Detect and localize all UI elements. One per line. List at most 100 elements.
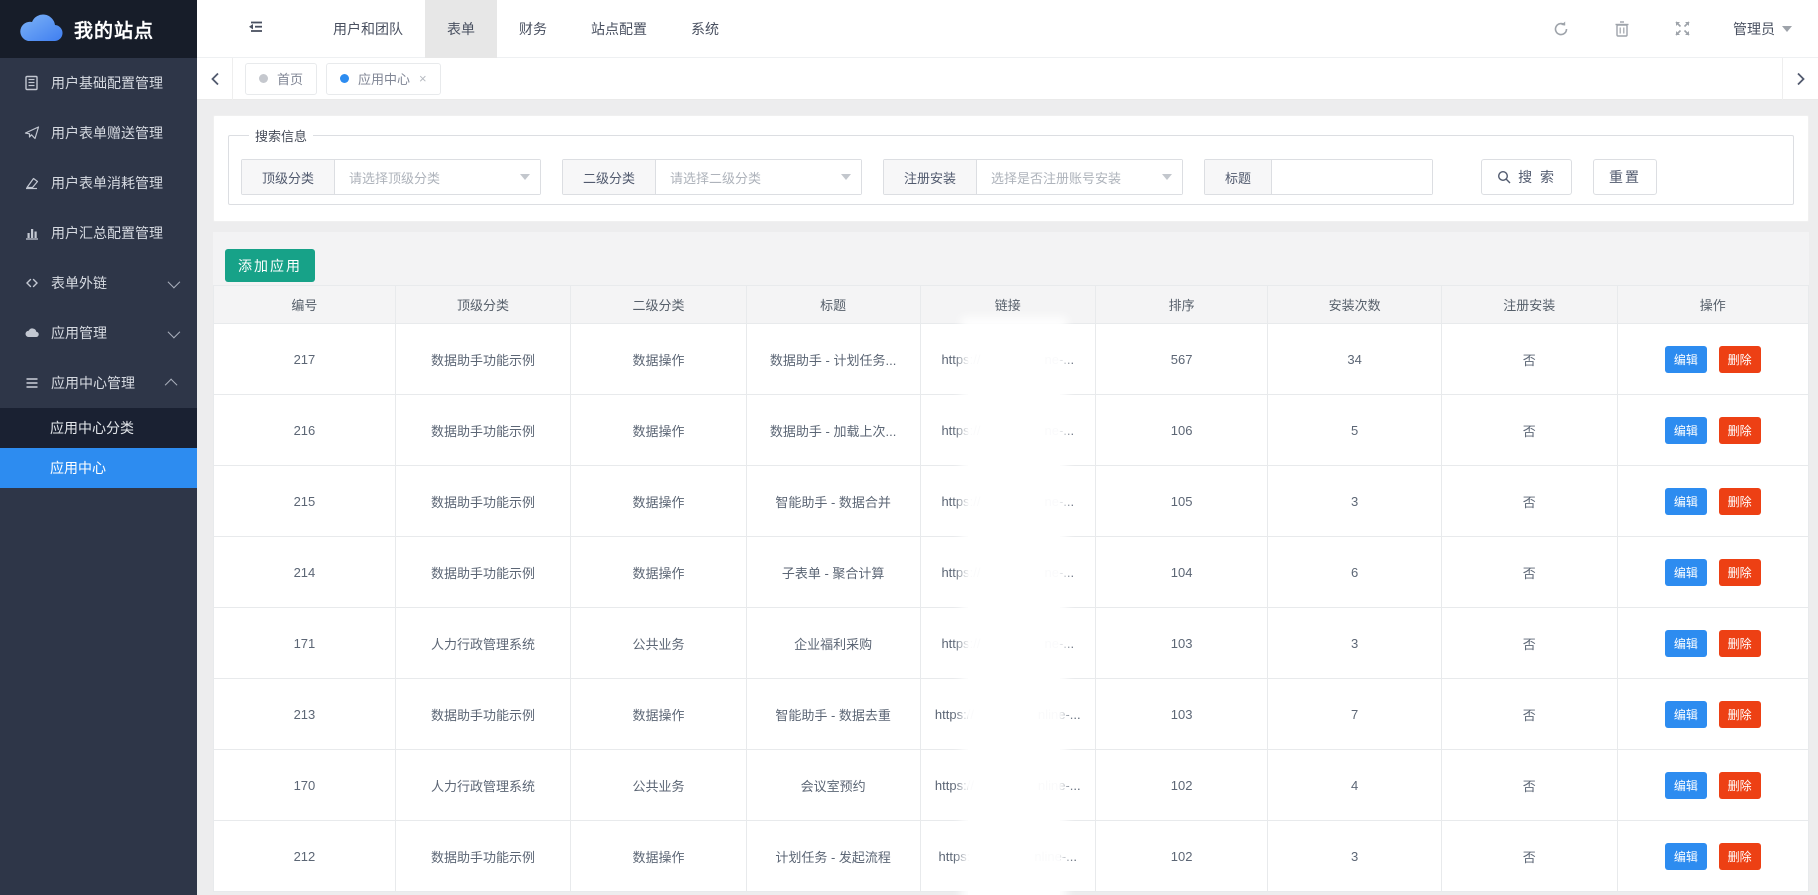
cell-actions: 编辑 删除	[1617, 466, 1808, 537]
link-redacted	[980, 496, 1044, 506]
edit-button[interactable]: 编辑	[1665, 772, 1707, 799]
delete-button[interactable]: 删除	[1719, 630, 1761, 657]
top-nav-site-config[interactable]: 站点配置	[569, 0, 669, 58]
sidebar-item-label: 用户表单消耗管理	[51, 173, 177, 193]
link-prefix: https://	[941, 423, 980, 438]
search-button-label: 搜 索	[1518, 167, 1556, 187]
cell-sort: 103	[1095, 608, 1267, 679]
sidebar-item-form-gift[interactable]: 用户表单赠送管理	[0, 108, 197, 158]
table-row: 212 数据助手功能示例 数据操作 计划任务 - 发起流程 https:nlin…	[214, 821, 1809, 892]
tab-dot-icon	[340, 74, 349, 83]
search-button[interactable]: 搜 索	[1481, 159, 1572, 195]
delete-button[interactable]: 删除	[1719, 843, 1761, 870]
top-category-label: 顶级分类	[242, 160, 335, 194]
cell-title: 企业福利采购	[746, 608, 920, 679]
delete-button[interactable]: 删除	[1719, 488, 1761, 515]
col-link: 链接	[920, 286, 1095, 324]
register-install-select[interactable]: 选择是否注册账号安装	[977, 160, 1182, 194]
tags-scroll-left-button[interactable]	[197, 58, 233, 100]
link-suffix: nline-...	[1038, 778, 1081, 793]
sidebar-item-user-summary[interactable]: 用户汇总配置管理	[0, 208, 197, 258]
cell-installs: 7	[1268, 679, 1442, 750]
sidebar-item-app-center-category[interactable]: 应用中心分类	[0, 408, 197, 448]
cell-installs: 3	[1268, 608, 1442, 679]
register-install-field: 注册安装 选择是否注册账号安装	[883, 159, 1183, 195]
sidebar-item-user-base-config[interactable]: 用户基础配置管理	[0, 58, 197, 108]
edit-button[interactable]: 编辑	[1665, 488, 1707, 515]
sub-category-select[interactable]: 请选择二级分类	[656, 160, 861, 194]
reset-button[interactable]: 重置	[1593, 159, 1657, 195]
cloud-icon	[24, 325, 40, 341]
edit-button[interactable]: 编辑	[1665, 346, 1707, 373]
cell-registered: 否	[1442, 608, 1617, 679]
user-menu[interactable]: 管理员	[1733, 19, 1792, 39]
open-tabs: 首页 应用中心 ×	[245, 63, 441, 95]
top-category-select[interactable]: 请选择顶级分类	[335, 160, 540, 194]
tab-home[interactable]: 首页	[245, 63, 317, 95]
sidebar-item-app-center[interactable]: 应用中心	[0, 448, 197, 488]
top-nav-users-teams[interactable]: 用户和团队	[311, 0, 425, 58]
trash-button[interactable]	[1614, 20, 1630, 38]
edit-button[interactable]: 编辑	[1665, 701, 1707, 728]
cell-registered: 否	[1442, 679, 1617, 750]
top-nav-system[interactable]: 系统	[669, 0, 741, 58]
fullscreen-button[interactable]	[1674, 20, 1691, 37]
user-name: 管理员	[1733, 19, 1775, 39]
cell-installs: 5	[1268, 395, 1442, 466]
chevron-down-icon	[841, 174, 851, 180]
main-area: 用户和团队 表单 财务 站点配置 系统	[197, 0, 1818, 895]
refresh-button[interactable]	[1552, 20, 1570, 38]
sidebar-submenu: 应用中心分类 应用中心	[0, 408, 197, 488]
top-nav-finance[interactable]: 财务	[497, 0, 569, 58]
close-tab-icon[interactable]: ×	[419, 72, 427, 85]
chevron-down-icon	[168, 275, 181, 288]
nav-tab-label: 站点配置	[591, 19, 647, 39]
link-prefix: https://	[935, 778, 974, 793]
link-suffix: nline-...	[1034, 849, 1077, 864]
sidebar-item-form-links[interactable]: 表单外链	[0, 258, 197, 308]
sub-category-field: 二级分类 请选择二级分类	[562, 159, 862, 195]
sidebar: 我的站点 用户基础配置管理 用户表单赠送管理 用户表单消耗管理 用户汇总配置管理	[0, 0, 197, 895]
edit-button[interactable]: 编辑	[1665, 417, 1707, 444]
link-prefix: https://	[941, 494, 980, 509]
submenu-item-label: 应用中心	[50, 458, 106, 478]
tags-scroll-right-button[interactable]	[1782, 58, 1818, 100]
topbar: 用户和团队 表单 财务 站点配置 系统	[197, 0, 1818, 58]
delete-button[interactable]: 删除	[1719, 772, 1761, 799]
col-installs: 安装次数	[1268, 286, 1442, 324]
sidebar-item-label: 应用管理	[51, 323, 168, 343]
top-nav-forms[interactable]: 表单	[425, 0, 497, 58]
cell-id: 213	[214, 679, 396, 750]
sidebar-item-form-consume[interactable]: 用户表单消耗管理	[0, 158, 197, 208]
refresh-icon	[1552, 20, 1570, 38]
cell-installs: 3	[1268, 821, 1442, 892]
sidebar-collapse-button[interactable]	[245, 20, 265, 38]
link-suffix: ne-...	[1044, 636, 1074, 651]
cell-link: https:nline-...	[920, 821, 1095, 892]
select-placeholder: 请选择顶级分类	[349, 168, 440, 187]
col-sub-category: 二级分类	[571, 286, 746, 324]
tab-app-center[interactable]: 应用中心 ×	[326, 63, 441, 95]
nav-tab-label: 表单	[447, 19, 475, 39]
add-app-button[interactable]: 添加应用	[225, 249, 315, 282]
tab-dot-icon	[259, 74, 268, 83]
edit-button[interactable]: 编辑	[1665, 630, 1707, 657]
cell-installs: 6	[1268, 537, 1442, 608]
apps-table: 编号 顶级分类 二级分类 标题 链接 排序 安装次数 注册安装 操作	[213, 285, 1809, 892]
nav-tab-label: 系统	[691, 19, 719, 39]
cell-installs: 4	[1268, 750, 1442, 821]
edit-button[interactable]: 编辑	[1665, 843, 1707, 870]
edit-button[interactable]: 编辑	[1665, 559, 1707, 586]
delete-button[interactable]: 删除	[1719, 701, 1761, 728]
sidebar-item-app-management[interactable]: 应用管理	[0, 308, 197, 358]
sidebar-item-app-center-management[interactable]: 应用中心管理	[0, 358, 197, 408]
sidebar-item-label: 用户基础配置管理	[51, 73, 177, 93]
cell-sort: 102	[1095, 750, 1267, 821]
delete-button[interactable]: 删除	[1719, 559, 1761, 586]
cell-top-category: 数据助手功能示例	[395, 324, 570, 395]
delete-button[interactable]: 删除	[1719, 346, 1761, 373]
paper-plane-icon	[24, 125, 40, 141]
delete-button[interactable]: 删除	[1719, 417, 1761, 444]
title-input[interactable]	[1272, 160, 1432, 194]
link-redacted	[980, 354, 1044, 364]
